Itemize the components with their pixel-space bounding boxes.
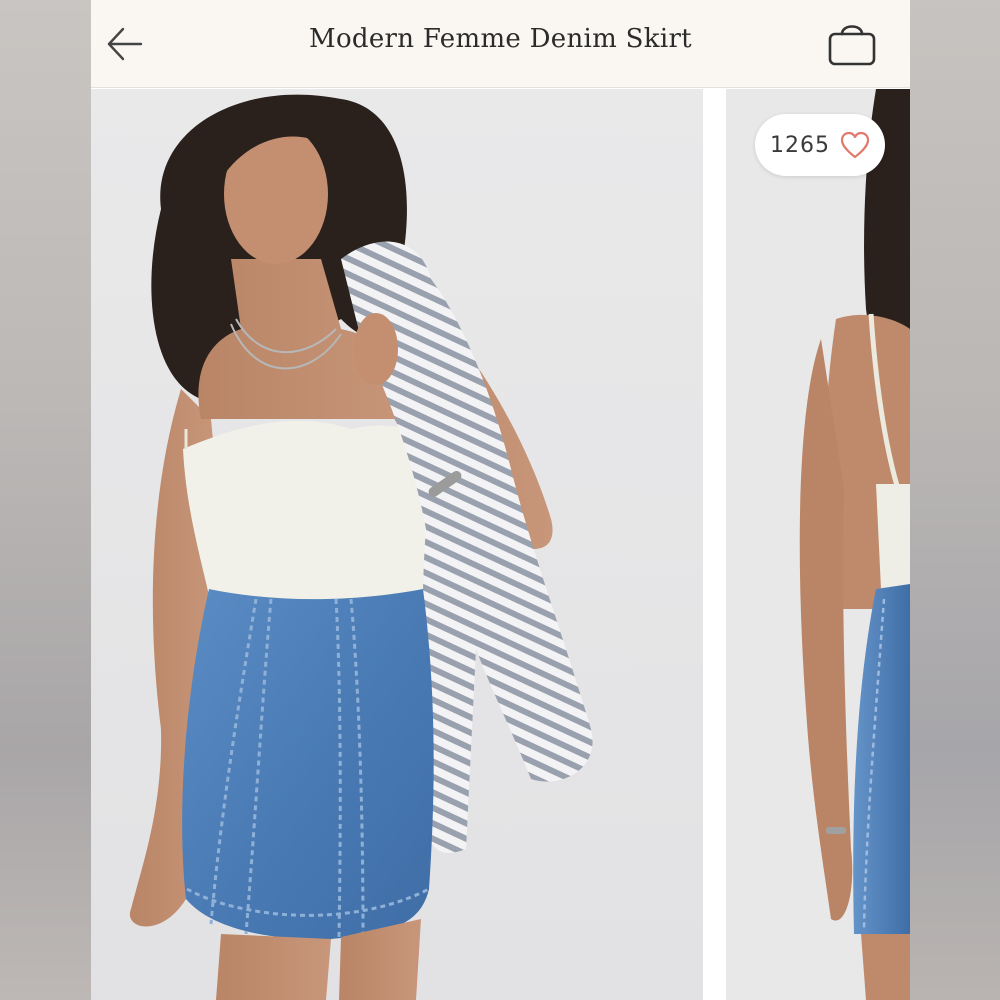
page-title: Modern Femme Denim Skirt xyxy=(309,24,692,54)
product-detail-screen: Modern Femme Denim Skirt 1265 xyxy=(91,0,910,1000)
shopping-bag-button[interactable] xyxy=(824,16,880,72)
heart-outline-icon xyxy=(840,131,870,159)
blurred-background-right xyxy=(909,0,1000,1000)
arrow-left-icon xyxy=(107,27,143,61)
back-button[interactable] xyxy=(105,24,145,64)
top-bar: Modern Femme Denim Skirt xyxy=(91,0,910,88)
blurred-background-left xyxy=(0,0,91,1000)
like-count: 1265 xyxy=(770,132,830,158)
gallery-divider xyxy=(703,89,726,1000)
secondary-product-photo[interactable] xyxy=(726,89,910,1000)
shopping-bag-icon xyxy=(828,25,876,66)
like-button[interactable]: 1265 xyxy=(755,114,885,176)
main-product-photo[interactable] xyxy=(91,89,703,1000)
image-gallery[interactable] xyxy=(91,89,910,1000)
